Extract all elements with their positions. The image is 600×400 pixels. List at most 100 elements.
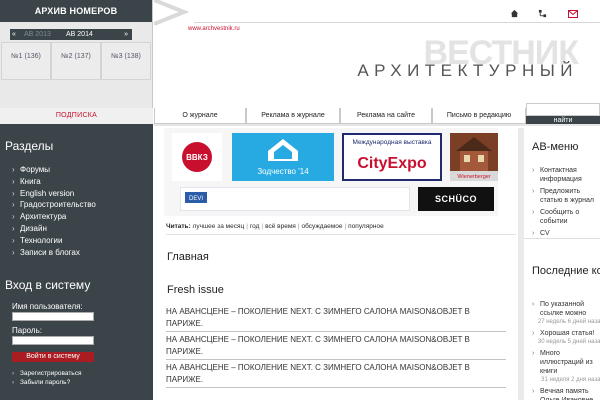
login-heading: Вход в систему [5, 278, 91, 292]
mail-icon[interactable] [568, 10, 578, 18]
register-link[interactable]: Зарегистрироваться [12, 369, 81, 378]
comment-ago: 31 неделя 2 дня назад [541, 377, 600, 383]
nav-about[interactable]: О журнале [154, 108, 246, 124]
comment-text[interactable]: Хорошая статья! [540, 330, 594, 337]
banner-zodchestvo[interactable]: Зодчество '14 [232, 133, 334, 181]
section-link-design[interactable]: Дизайн [12, 223, 96, 235]
nav-shadow [154, 124, 600, 126]
fresh-issue-heading: Fresh issue [167, 284, 224, 296]
ab-menu-heading: АВ-меню [532, 141, 579, 153]
best-discussed-link[interactable]: обсуждаемое [302, 223, 343, 230]
header-rule [194, 22, 600, 23]
banner-wienerberger[interactable]: Wienerberger [450, 133, 498, 181]
logo-wordmark-bottom: АРХИТЕКТУРНЫЙ [357, 61, 578, 80]
svg-text:Зодчество '14: Зодчество '14 [257, 167, 309, 176]
issue-link-2[interactable]: №2 (137) [51, 42, 101, 80]
login-button[interactable]: Войти в систему [12, 352, 94, 362]
page-title: Главная [167, 251, 209, 263]
comment-item[interactable]: По указанной ссылке можно 27 недель 6 дне… [532, 300, 600, 327]
comments-heading: Последние комментарии [532, 265, 600, 277]
banner-devi[interactable]: DEVI [180, 187, 410, 211]
chevron-decoration-icon [154, 0, 190, 26]
best-filter: Читать: лучшее за месяц | год | всё время | об… [166, 223, 384, 230]
section-link-blogs[interactable]: Записи в блогах [12, 247, 96, 259]
best-year-link[interactable]: год [250, 223, 260, 230]
ab-menu-list: Контактная информация Предложить статью … [532, 166, 600, 241]
svg-text:ВВКЗ: ВВКЗ [186, 153, 208, 162]
password-input[interactable] [12, 336, 94, 345]
sections-list: Форумы Книга English version Градостроит… [12, 164, 96, 258]
issue-link-3[interactable]: №3 (138) [101, 42, 151, 80]
ab-menu-contacts[interactable]: Контактная информация [532, 166, 600, 184]
subscribe-bar: ПОДПИСКА [0, 108, 153, 124]
article-link-3[interactable]: НА АВАНСЦЕНЕ – ПОКОЛЕНИЕ NEXT. С ЗИМНЕГО… [166, 362, 506, 388]
bbkz-logo-icon: ВВКЗ [182, 142, 212, 172]
best-alltime-link[interactable]: всё время [265, 223, 296, 230]
cityexpo-logo-icon: Международная выставка CityExpo [353, 139, 432, 172]
left-sidebar: АРХИВ НОМЕРОВ « АВ 2013 АВ 2014 » №1 (13… [0, 0, 153, 400]
house-photo-icon: Wienerberger [450, 133, 498, 181]
subscribe-link[interactable]: ПОДПИСКА [0, 108, 153, 124]
sitemap-icon[interactable] [538, 9, 547, 18]
svg-text:Международная выставка: Международная выставка [353, 139, 432, 146]
article-link-1[interactable]: НА АВАНСЦЕНЕ – ПОКОЛЕНИЕ NEXT. С ЗИМНЕГО… [166, 306, 506, 332]
site-url[interactable]: www.archvestnik.ru [188, 26, 240, 32]
comment-item[interactable]: Вечная память Ольге Ивановне [532, 387, 600, 400]
comment-item[interactable]: Много иллюстраций из книги 31 неделя 2 дн… [532, 349, 600, 385]
section-link-english[interactable]: English version [12, 188, 96, 200]
svg-text:Wienerberger: Wienerberger [457, 174, 490, 180]
sections-heading: Разделы [5, 139, 54, 153]
comment-ago: 30 недель 5 дней назад [537, 339, 600, 345]
ab-menu-cv[interactable]: CV [532, 229, 600, 238]
prev-year-button[interactable]: « [12, 29, 16, 40]
issue-link-1[interactable]: №1 (136) [1, 42, 51, 80]
current-year-label: АВ 2014 [66, 31, 93, 38]
username-input[interactable] [12, 312, 94, 321]
banner-bbkz[interactable]: ВВКЗ [172, 133, 222, 181]
svg-text:CityExpo: CityExpo [357, 155, 427, 172]
devi-logo-icon: DEVI [185, 192, 207, 203]
password-label: Пароль: [12, 326, 42, 335]
comment-text[interactable]: Много иллюстраций из книги [540, 350, 593, 375]
best-prefix: лучшее за [192, 223, 224, 230]
ab-menu-submit-article[interactable]: Предложить статью в журнал [532, 187, 600, 205]
zodchestvo-logo-icon: Зодчество '14 [257, 139, 309, 176]
archive-title: АРХИВ НОМЕРОВ [0, 0, 152, 22]
issue-archive: АРХИВ НОМЕРОВ « АВ 2013 АВ 2014 » №1 (13… [0, 0, 153, 108]
article-link-2[interactable]: НА АВАНСЦЕНЕ – ПОКОЛЕНИЕ NEXT. С ЗИМНЕГО… [166, 334, 506, 360]
nav-ads-site[interactable]: Реклама на сайте [340, 108, 432, 124]
svg-text:DEVI: DEVI [189, 196, 203, 202]
section-link-book[interactable]: Книга [12, 176, 96, 188]
banner-schuco[interactable]: SCHÜCO [418, 187, 494, 211]
svg-text:SCHÜCO: SCHÜCO [435, 194, 477, 204]
best-popular-link[interactable]: популярное [348, 223, 384, 230]
comment-text[interactable]: Вечная память Ольге Ивановне [540, 388, 593, 400]
search-input[interactable] [526, 103, 600, 116]
section-link-forums[interactable]: Форумы [12, 164, 96, 176]
comment-text[interactable]: По указанной ссылке можно [540, 301, 586, 317]
section-link-architecture[interactable]: Архитектура [12, 211, 96, 223]
issue-year-selector: « АВ 2013 АВ 2014 » [10, 29, 132, 40]
right-divider [524, 238, 600, 239]
content-rule [166, 234, 516, 235]
prev-year-label[interactable]: АВ 2013 [24, 29, 51, 40]
comment-ago: 27 недель 6 дней назад [537, 319, 600, 325]
top-nav: О журнале Реклама в журнале Реклама на с… [154, 108, 526, 124]
next-year-button[interactable]: » [124, 29, 128, 40]
forgot-password-link[interactable]: Забыли пароль? [12, 378, 81, 387]
issue-grid: №1 (136) №2 (137) №3 (138) [0, 42, 153, 80]
site-header: www.archvestnik.ru ВЕСТНИК АРХИТЕКТУРНЫЙ [154, 0, 600, 108]
nav-letter[interactable]: Письмо в редакцию [432, 108, 526, 124]
ab-menu-report-event[interactable]: Сообщить о событии [532, 208, 600, 226]
banner-cityexpo[interactable]: Международная выставка CityExpo [342, 133, 442, 181]
username-label: Имя пользователя: [12, 302, 83, 311]
best-label: Читать: [166, 223, 191, 230]
nav-ads-magazine[interactable]: Реклама в журнале [246, 108, 340, 124]
comment-item[interactable]: Хорошая статья! 30 недель 5 дней назад [532, 329, 600, 347]
best-month-link[interactable]: месяц [226, 223, 245, 230]
section-link-urbanism[interactable]: Градостроительство [12, 199, 96, 211]
home-icon[interactable] [510, 9, 519, 18]
right-sidebar: АВ-меню Контактная информация Предложить… [518, 128, 600, 400]
section-link-technology[interactable]: Технологии [12, 235, 96, 247]
comments-list: По указанной ссылке можно 27 недель 6 дне… [532, 300, 600, 400]
